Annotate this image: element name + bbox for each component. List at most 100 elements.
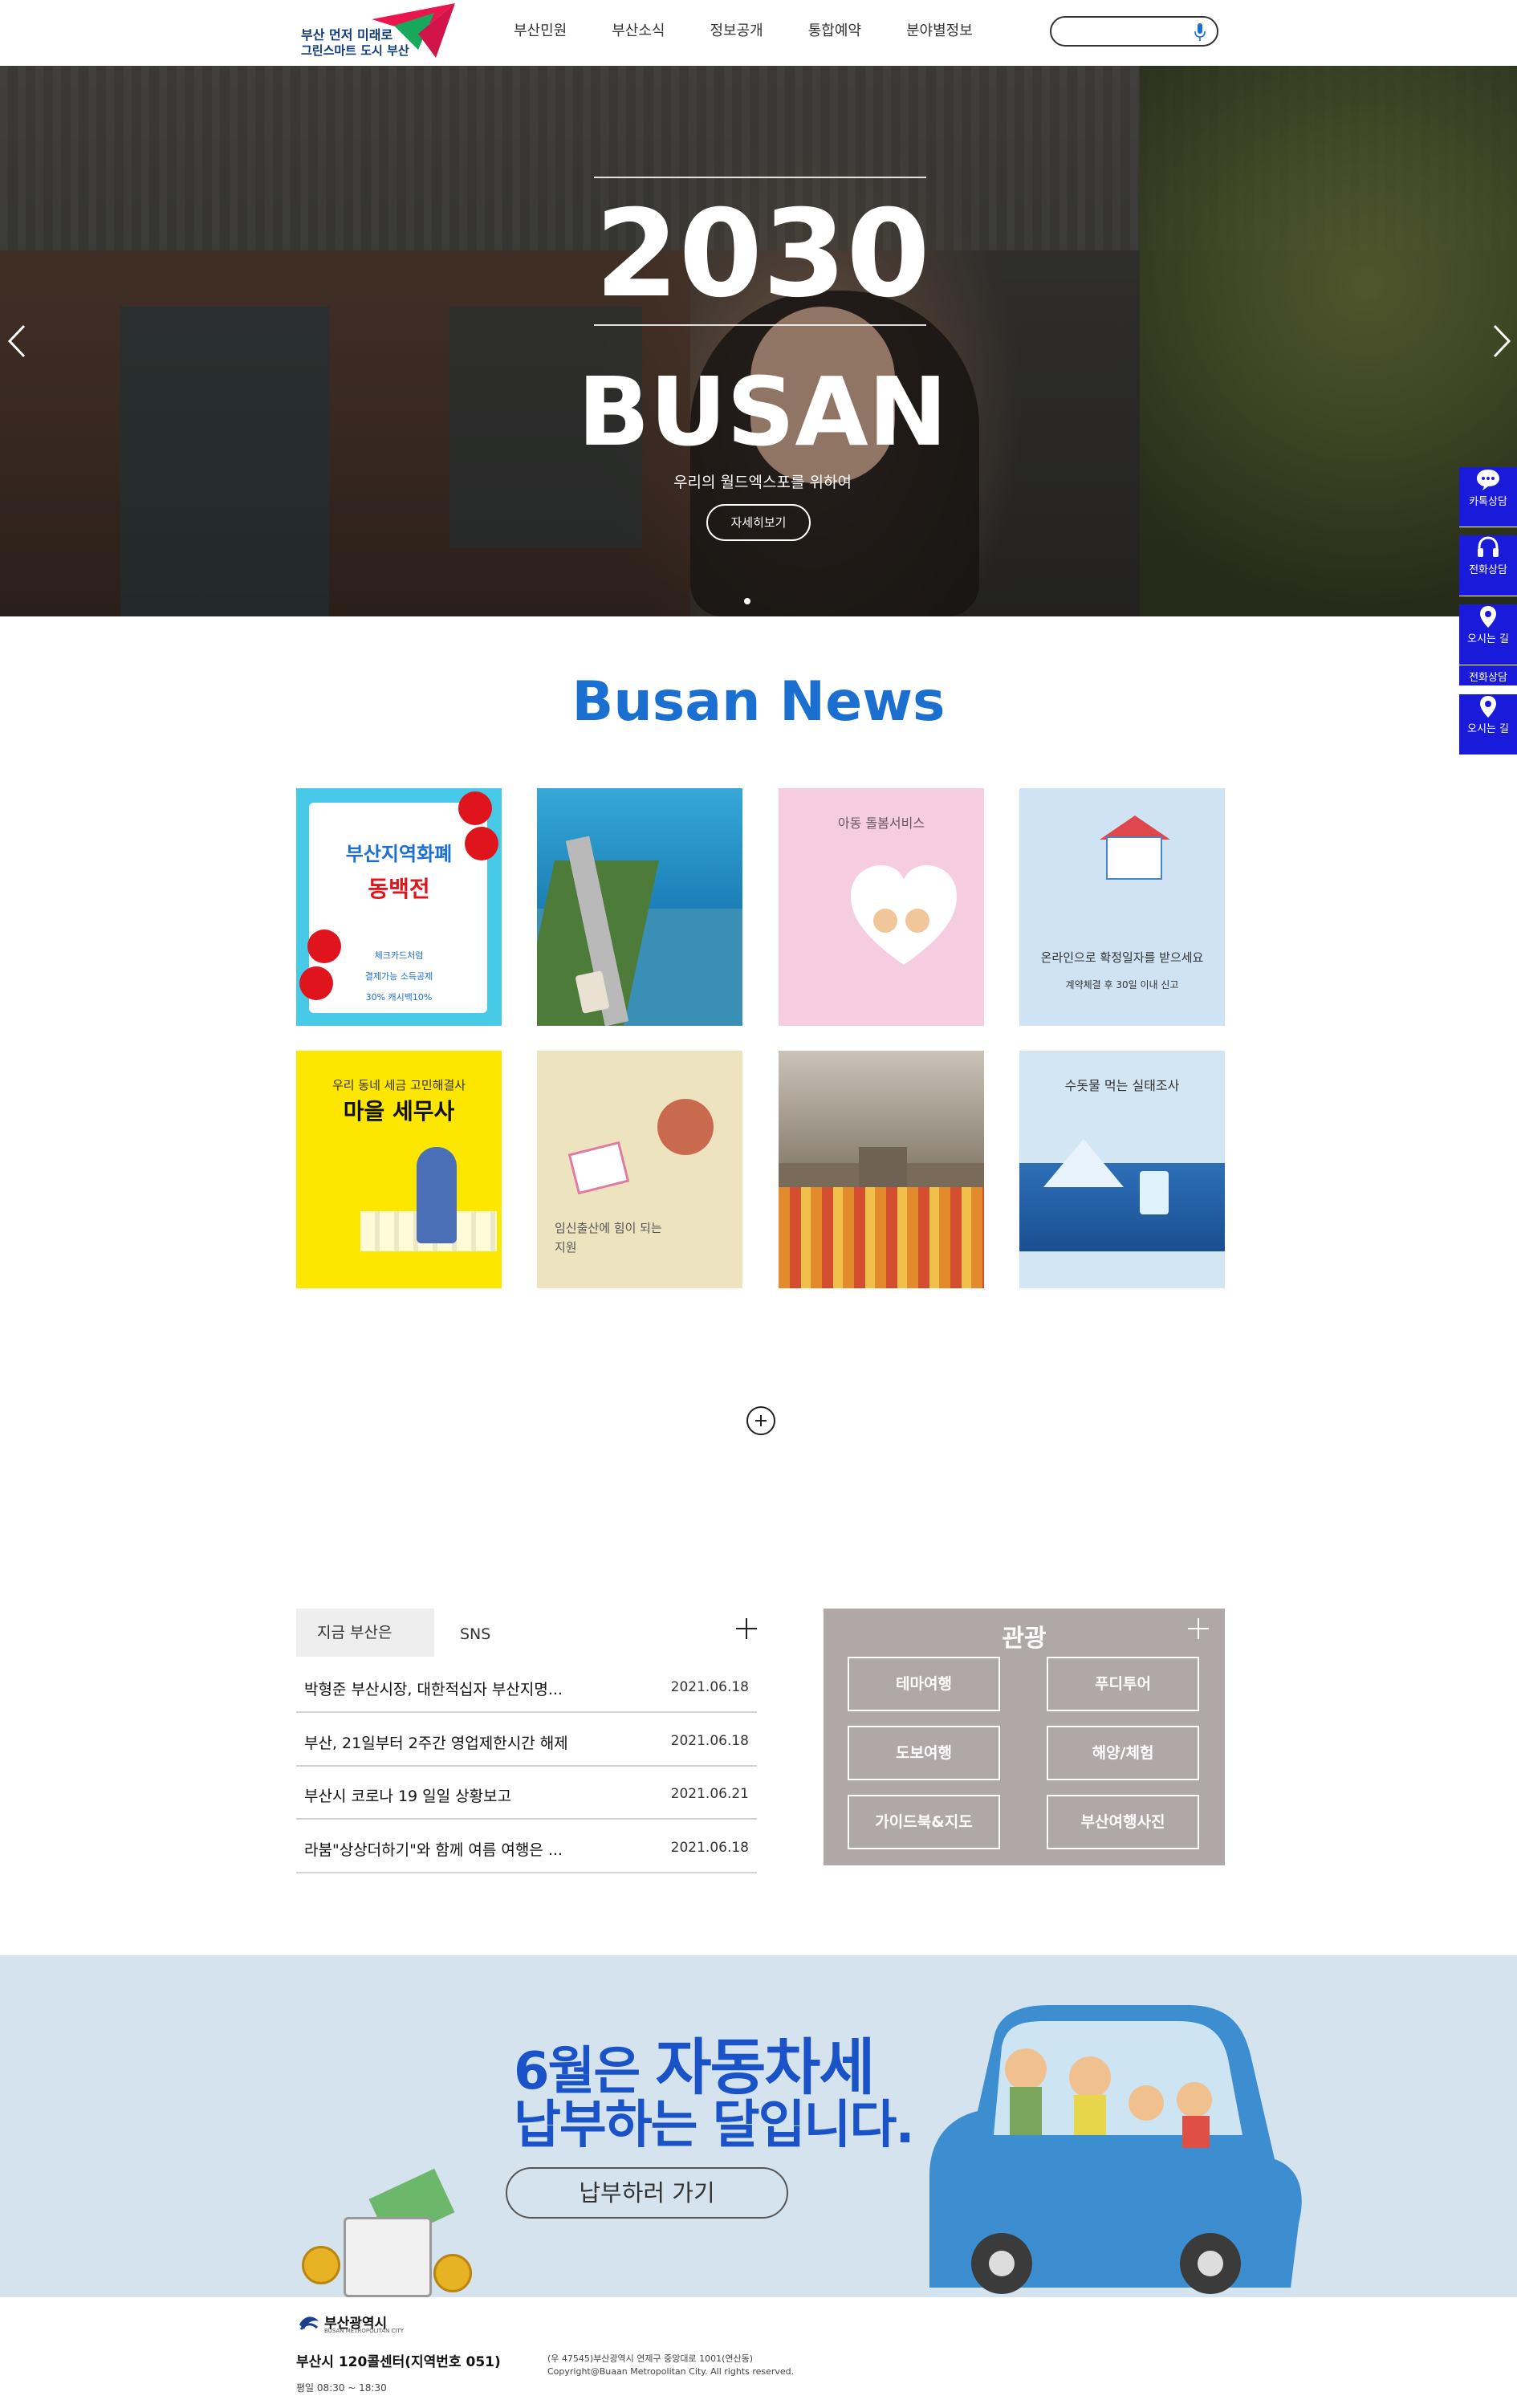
news-card-fixed-date[interactable]: 온라인으로 확정일자를 받으세요 계약체결 후 30일 이내 신고 [1019,788,1225,1026]
site-footer: 부산광역시 BUSAN METROPOLITAN CITY 부산시 120콜센터… [0,2297,1517,2408]
market-roof-image [779,1051,984,1163]
card-title: 온라인으로 확정일자를 받으세요 [1040,950,1204,965]
logo-line2: 그린스마트 도시 부산 [301,43,409,58]
coin-icon [433,2254,472,2292]
camellia-flower-icon [458,791,492,825]
main-nav: 부산민원 부산소식 정보공개 통합예약 분야별정보 [514,18,1018,45]
side-item-kakao[interactable]: 카톡상담 [1459,467,1517,527]
news-section-title: Busan News [571,670,946,734]
pay-now-button[interactable]: 납부하러 가기 [506,2167,788,2219]
microphone-icon[interactable] [1194,22,1206,42]
page-root: 부산 먼저 미래로 그린스마트 도시 부산 부산민원 부산소식 정보공개 통합예… [0,0,1517,2408]
card-subtitle: 우리 동네 세금 고민해결사 [331,1078,466,1092]
map-pin-icon [1480,606,1496,628]
iceberg-illustration [1043,1139,1124,1187]
list-item[interactable]: 라붐"상상더하기"와 함께 여름 여행은 ... 2021.06.18 [296,1820,757,1873]
side-item-directions[interactable]: 오시는 길 [1459,604,1517,665]
news-card-tap-water[interactable]: 수돗물 먹는 실태조사 [1019,1051,1225,1288]
list-item[interactable]: 박형준 부산시장, 대한적십자 부산지명... 2021.06.18 [296,1660,757,1713]
list-item-title: 부산, 21일부터 2주간 영업제한시간 해제 [304,1735,568,1752]
nav-item-news[interactable]: 부산소식 [612,18,665,45]
card-title: 아동 돌봄서비스 [837,816,925,831]
nav-item-fields[interactable]: 분야별정보 [906,18,973,45]
news-card-tax-advisor[interactable]: 우리 동네 세금 고민해결사 마을 세무사 [296,1051,502,1288]
child-illustration [873,909,897,933]
list-item[interactable]: 부산시 코로나 19 일일 상황보고 2021.06.21 [296,1767,757,1820]
hero-slider: 2030 BUSAN 우리의 월드엑스포를 위하여 자세히보기 [0,66,1517,616]
hero-rule-middle [594,324,926,326]
card-headline: 동백전 [368,876,430,902]
heart-icon [851,865,957,965]
slider-prev-icon[interactable] [6,323,27,360]
tour-button-photos[interactable]: 부산여행사진 [1047,1795,1199,1849]
list-item[interactable]: 부산, 21일부터 2주간 영업제한시간 해제 2021.06.18 [296,1714,757,1767]
hero-rule-top [594,177,926,178]
news-card-currency[interactable]: 부산지역화폐 동백전 체크카드처럼 결제가능 소득공제 30% 캐시백10% [296,788,502,1026]
footer-address: (우 47545)부산광역시 연제구 중앙대로 1001(연산동) [547,2353,754,2364]
card-text: 체크카드처럼 [374,950,424,961]
busan-city-emblem-icon [299,2316,319,2330]
tour-button-foodie[interactable]: 푸디투어 [1047,1657,1199,1711]
tour-button-walking[interactable]: 도보여행 [848,1726,1000,1780]
list-item-date: 2021.06.18 [670,1679,749,1695]
footer-call-center: 부산시 120콜센터(지역번호 051) [296,2354,501,2370]
list-item-date: 2021.06.18 [670,1733,749,1749]
list-item-title: 박형준 부산시장, 대한적십자 부산지명... [304,1681,563,1698]
tourism-title: 관광 [1002,1625,1047,1653]
card-text: 결제가능 소득공제 [364,971,433,982]
hero-details-button[interactable]: 자세히보기 [706,504,811,541]
list-item-date: 2021.06.18 [670,1840,749,1856]
tour-button-marine[interactable]: 해양/체험 [1047,1726,1199,1780]
logo-line1: 부산 먼저 미래로 [301,27,393,43]
water-cup-illustration [1140,1171,1169,1214]
footer-hours: 평일 08:30 ~ 18:30 [296,2382,387,2394]
tab-sns[interactable]: SNS [434,1609,531,1657]
tour-button-guidebook[interactable]: 가이드북&지도 [848,1795,1000,1849]
hero-city: BUSAN [577,356,948,467]
tab-now-busan[interactable]: 지금 부산은 [296,1609,434,1657]
card-title: 지원 [555,1240,577,1255]
car-tax-banner[interactable]: 6월은 자동차세 납부하는 달입니다. 납부하러 가기 [0,1955,1517,2297]
side-item-label: 오시는 길 [1467,633,1509,645]
list-item-title: 라붐"상상더하기"와 함께 여름 여행은 ... [304,1841,563,1859]
family-car-illustration [929,2005,1302,2294]
card-title: 마을 세무사 [343,1098,455,1125]
nav-item-civil[interactable]: 부산민원 [514,18,567,45]
side-item-label: 카톡상담 [1469,496,1507,508]
side-item-phone[interactable]: 전화상담 [1459,535,1517,596]
house-illustration [1106,836,1162,880]
news-card-pregnancy[interactable]: 임신출산에 힘이 되는 지원 [537,1051,742,1288]
news-card-childcare[interactable]: 아동 돌봄서비스 [779,788,984,1026]
news-card-coastal-tram[interactable] [537,788,742,1026]
advisor-illustration [417,1147,457,1243]
news-card-market[interactable] [779,1051,984,1288]
side-item-label: 전화상담 [1469,564,1507,576]
tour-button-theme[interactable]: 테마여행 [848,1657,1000,1711]
tourism-panel: 관광 테마여행 푸디투어 도보여행 해양/체험 가이드북&지도 부산여행사진 [824,1609,1225,1865]
headset-icon [1478,536,1499,557]
fruit-stall-image [779,1187,984,1288]
footer-copyright: Copyright@Buaan Metropolitan City. All r… [547,2366,795,2377]
card-text: 계약체결 후 30일 이내 신고 [1065,979,1179,990]
card-title: 수돗물 먹는 실태조사 [1064,1078,1180,1093]
card-text: 30% 캐시백10% [365,992,433,1003]
site-header: 부산 먼저 미래로 그린스마트 도시 부산 부산민원 부산소식 정보공개 통합예… [0,0,1517,66]
plus-icon[interactable] [1188,1618,1209,1639]
slider-dot-active[interactable] [744,598,750,604]
list-item-title: 부산시 코로나 19 일일 상황보고 [304,1788,512,1805]
search-input[interactable] [1050,16,1218,47]
hero-year: 2030 [595,185,930,324]
nav-item-reservation[interactable]: 통합예약 [808,18,861,45]
child-illustration [905,909,929,933]
list-item-date: 2021.06.21 [670,1786,749,1802]
nav-item-info[interactable]: 정보공개 [710,18,763,45]
footer-logo-subtitle: BUSAN METROPOLITAN CITY [324,2328,405,2334]
mother-illustration [657,1099,714,1155]
plus-circle-icon[interactable] [746,1406,775,1435]
slider-next-icon[interactable] [1491,323,1512,360]
banner-headline-line2: 납부하는 달입니다. [514,2096,915,2155]
plus-icon[interactable] [736,1618,757,1639]
calculator-illustration [344,2217,432,2297]
tablet-illustration [567,1141,630,1195]
site-logo[interactable]: 부산 먼저 미래로 그린스마트 도시 부산 [298,2,455,61]
